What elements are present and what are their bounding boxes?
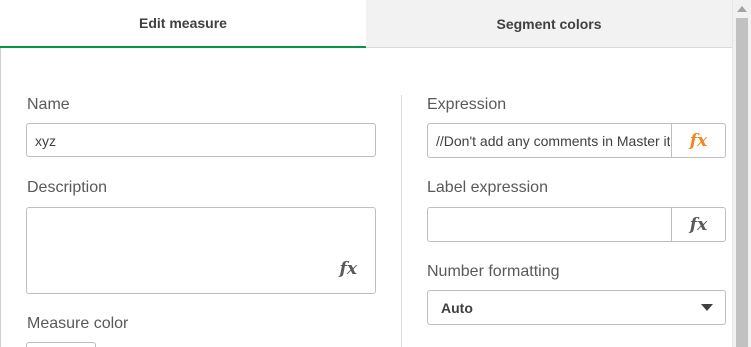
expression-field: fx bbox=[427, 123, 726, 158]
fx-icon: fx bbox=[689, 214, 708, 235]
tab-bar: Edit measure Segment colors bbox=[0, 0, 732, 48]
name-label: Name bbox=[27, 96, 70, 113]
tab-edit-measure[interactable]: Edit measure bbox=[0, 0, 366, 48]
label-expression-field: fx bbox=[427, 207, 726, 242]
name-input[interactable] bbox=[35, 132, 365, 150]
scrollbar[interactable] bbox=[732, 0, 751, 347]
number-formatting-value: Auto bbox=[441, 300, 473, 316]
expression-input[interactable] bbox=[436, 132, 670, 150]
measure-color-picker[interactable] bbox=[26, 342, 96, 347]
chevron-down-icon bbox=[701, 304, 713, 311]
panel-left-border bbox=[0, 48, 1, 347]
expression-label: Expression bbox=[427, 96, 507, 113]
measure-color-label: Measure color bbox=[27, 315, 129, 332]
description-field[interactable]: fx bbox=[26, 207, 376, 294]
number-formatting-label: Number formatting bbox=[427, 263, 560, 280]
fx-icon: fx bbox=[689, 130, 708, 151]
description-fx-icon[interactable]: fx bbox=[340, 259, 357, 279]
tab-segment-colors[interactable]: Segment colors bbox=[366, 0, 732, 48]
name-field-box bbox=[26, 123, 376, 157]
scrollbar-thumb[interactable] bbox=[736, 18, 748, 347]
number-formatting-select[interactable]: Auto bbox=[427, 290, 726, 325]
label-expression-input[interactable] bbox=[436, 216, 670, 234]
column-divider bbox=[401, 95, 402, 347]
label-expression-label: Label expression bbox=[427, 179, 548, 196]
expression-fx-button[interactable]: fx bbox=[671, 124, 725, 157]
description-label: Description bbox=[27, 179, 108, 196]
label-expression-fx-button[interactable]: fx bbox=[671, 208, 725, 241]
scroll-up-arrow-icon[interactable] bbox=[737, 6, 747, 12]
